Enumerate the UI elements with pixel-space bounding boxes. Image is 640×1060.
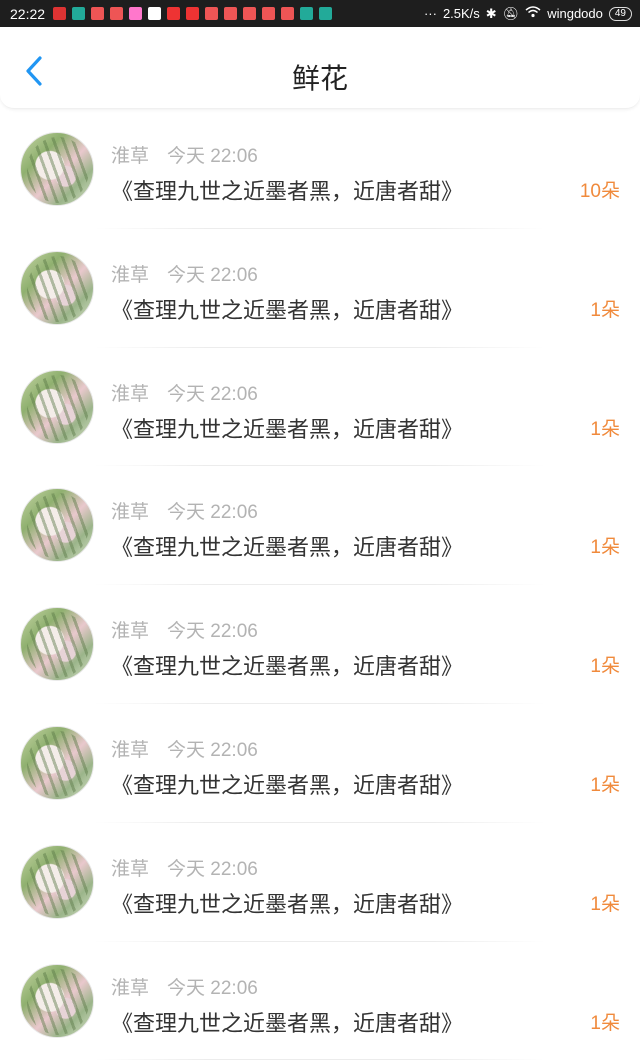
more-icon: ··· [423,6,437,21]
flower-count: 1朵 [590,1012,620,1034]
flower-count: 1朵 [590,299,620,321]
flower-count: 1朵 [590,893,620,915]
sent-time: 今天 22:06 [167,146,258,167]
avatar-image [27,255,89,322]
list-item[interactable]: 淮草 今天 22:06 《查理九世之近墨者黑，近唐者甜》 1朵 [0,229,640,348]
sender-name[interactable]: 淮草 [111,497,149,524]
sent-time: 今天 22:06 [167,502,258,524]
list-item[interactable]: 淮草 今天 22:06 《查理九世之近墨者黑，近唐者甜》 1朵 [0,466,640,585]
flower-count: 1朵 [590,537,620,559]
sender-name[interactable]: 淮草 [111,735,149,762]
notification-icon [53,7,67,20]
wifi-icon [525,6,541,21]
list-item[interactable]: 淮草 今天 22:06 《查理九世之近墨者黑，近唐者甜》 10朵 [0,110,640,229]
notification-icon [91,7,105,20]
avatar-image [27,612,89,679]
sender-name[interactable]: 淮草 [111,854,149,881]
sent-time: 今天 22:06 [167,858,258,880]
item-meta: 淮草 今天 22:06 [111,854,258,881]
sender-name[interactable]: 淮草 [111,973,149,1000]
notification-icon [148,7,162,20]
avatar[interactable] [20,963,94,1038]
flower-count: 1朵 [590,774,620,796]
flower-count: 1朵 [590,418,620,440]
sent-time: 今天 22:06 [167,739,258,761]
sent-time: 今天 22:06 [167,977,258,999]
item-meta: 淮草 今天 22:06 [111,141,258,168]
book-title[interactable]: 《查理九世之近墨者黑，近唐者甜》 [111,293,463,325]
list-item[interactable]: 淮草 今天 22:06 《查理九世之近墨者黑，近唐者甜》 1朵 [0,942,640,1060]
battery-indicator: 49 [608,6,632,21]
status-right: ··· 2.5K/s ✱ 🔕︎ wingdodo 49 [424,6,632,22]
book-title[interactable]: 《查理九世之近墨者黑，近唐者甜》 [111,887,463,919]
notification-icon [243,7,257,20]
notification-icon [167,7,181,20]
list-item[interactable]: 淮草 今天 22:06 《查理九世之近墨者黑，近唐者甜》 1朵 [0,348,640,467]
notification-icon [110,7,124,20]
book-title[interactable]: 《查理九世之近墨者黑，近唐者甜》 [111,1006,463,1038]
avatar-image [27,730,89,797]
item-meta: 淮草 今天 22:06 [111,973,258,1000]
bluetooth-icon: ✱ [485,5,497,21]
wifi-name: wingdodo [547,6,603,21]
sender-name[interactable]: 淮草 [111,141,149,168]
sender-name[interactable]: 淮草 [111,379,149,406]
item-meta: 淮草 今天 22:06 [111,735,258,762]
sent-time: 今天 22:06 [167,621,258,643]
notification-icon [186,7,200,20]
avatar[interactable] [20,488,94,563]
notification-icon [262,7,276,20]
flower-count: 1朵 [590,656,620,678]
item-meta: 淮草 今天 22:06 [111,379,258,406]
flower-record-list: 淮草 今天 22:06 《查理九世之近墨者黑，近唐者甜》 10朵 淮草 今天 2… [0,110,640,1060]
book-title[interactable]: 《查理九世之近墨者黑，近唐者甜》 [111,649,463,681]
notification-icon [300,7,314,20]
notification-icon [281,7,295,20]
item-meta: 淮草 今天 22:06 [111,616,258,643]
sender-name[interactable]: 淮草 [111,260,149,287]
item-meta: 淮草 今天 22:06 [111,260,258,287]
sent-time: 今天 22:06 [167,264,258,286]
network-speed: 2.5K/s [442,6,480,21]
book-title[interactable]: 《查理九世之近墨者黑，近唐者甜》 [111,530,463,562]
sent-time: 今天 22:06 [167,383,258,405]
book-title[interactable]: 《查理九世之近墨者黑，近唐者甜》 [111,412,463,444]
status-bar: 22:22 ··· 2.5K/s ✱ 🔕︎ wingdodo 49 [0,0,640,27]
sender-name[interactable]: 淮草 [111,616,149,643]
avatar-image [27,493,89,560]
item-meta: 淮草 今天 22:06 [111,497,258,524]
mute-icon: 🔕︎ [502,5,520,21]
list-item[interactable]: 淮草 今天 22:06 《查理九世之近墨者黑，近唐者甜》 1朵 [0,823,640,942]
book-title[interactable]: 《查理九世之近墨者黑，近唐者甜》 [111,768,463,800]
book-title[interactable]: 《查理九世之近墨者黑，近唐者甜》 [111,174,463,206]
page-title: 鲜花 [291,62,348,95]
avatar[interactable] [20,369,94,444]
notification-icon [205,7,219,20]
avatar-image [27,137,89,203]
avatar-image [27,849,89,916]
list-item[interactable]: 淮草 今天 22:06 《查理九世之近墨者黑，近唐者甜》 1朵 [0,704,640,823]
notification-icon [72,7,86,20]
avatar[interactable] [20,844,94,919]
avatar[interactable] [20,132,94,206]
status-time: 22:22 [10,5,46,22]
notification-icon [319,7,333,20]
app-header: 鲜花 [0,27,640,109]
avatar[interactable] [20,725,94,800]
avatar-image [27,968,89,1035]
flower-count: 10朵 [579,181,620,202]
notification-icon [129,7,143,20]
avatar[interactable] [20,607,94,682]
list-item[interactable]: 淮草 今天 22:06 《查理九世之近墨者黑，近唐者甜》 1朵 [0,585,640,704]
notification-icons [53,7,333,20]
notification-icon [224,7,238,20]
avatar[interactable] [20,250,94,325]
avatar-image [27,374,89,441]
